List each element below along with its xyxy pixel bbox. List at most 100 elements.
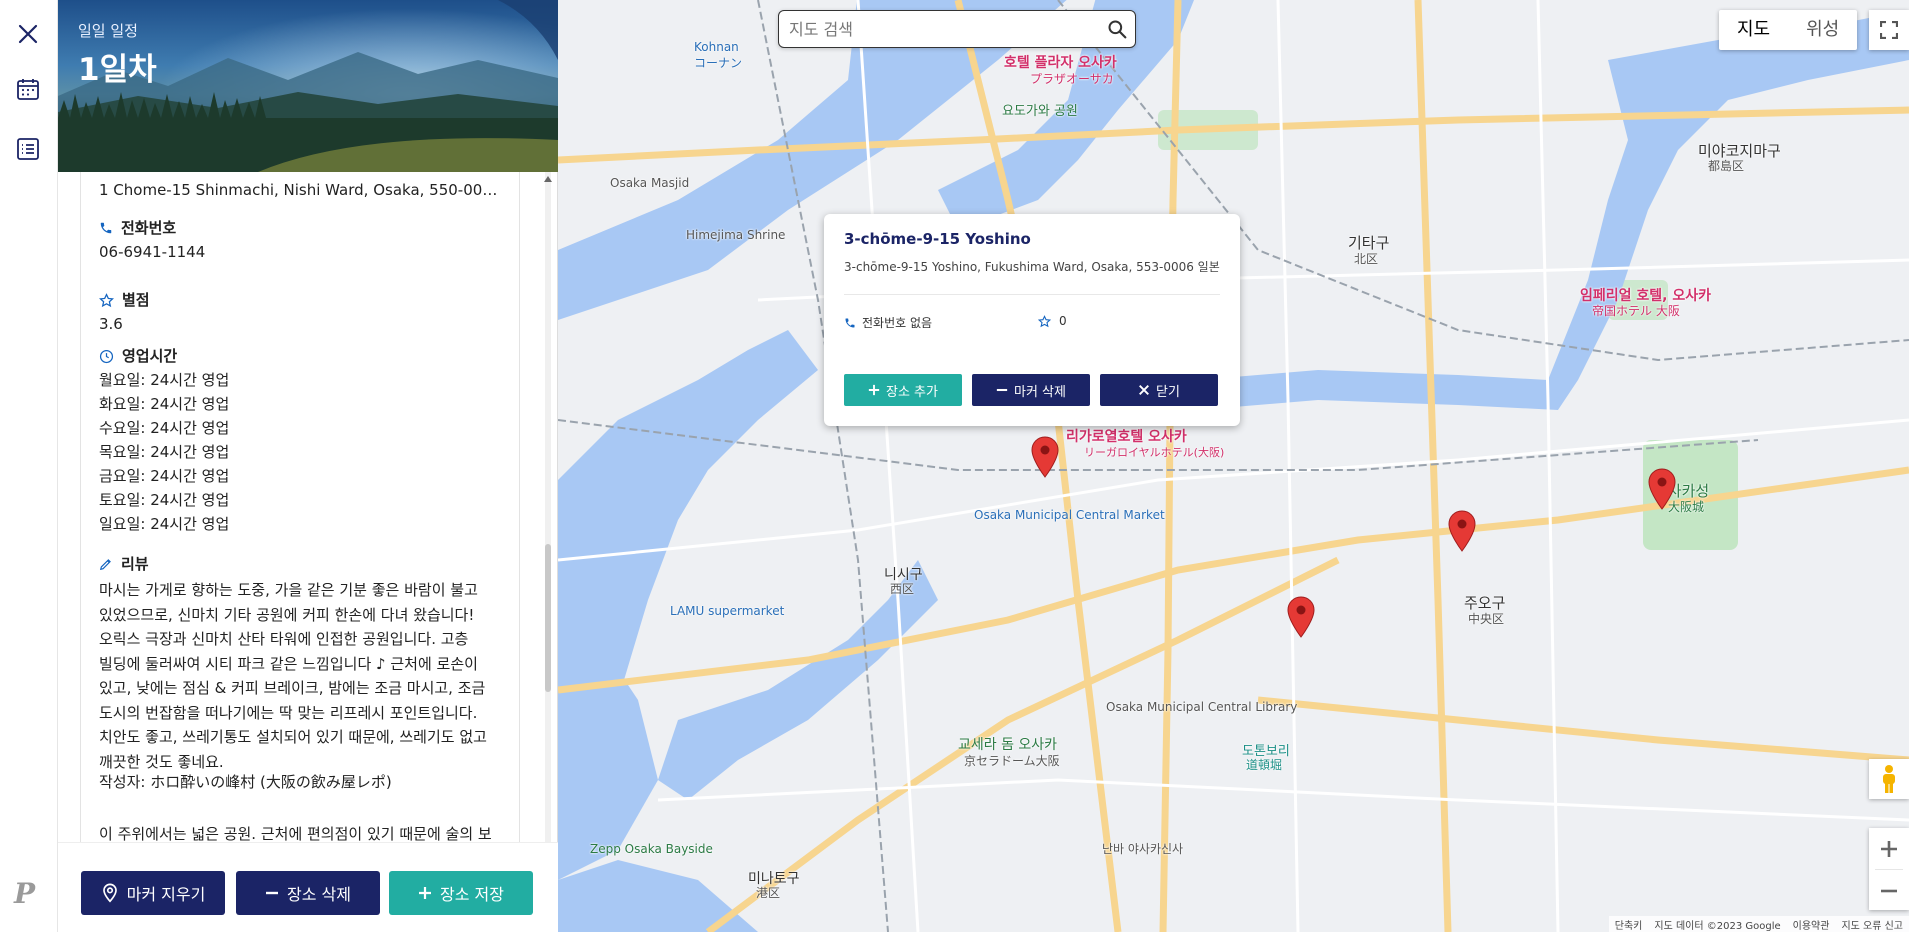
info-phone: 전화번호 없음 (844, 314, 932, 331)
hours-row: 수요일: 24시간 영업 (99, 419, 230, 437)
save-place-button[interactable]: 장소 저장 (389, 871, 533, 915)
info-phone-value: 전화번호 없음 (862, 316, 933, 330)
pegman-icon (1883, 765, 1895, 793)
poi-kyocera-dome-jp: 京セラドーム大阪 (964, 754, 1060, 768)
info-rating-value: 0 (1059, 314, 1067, 328)
save-place-label: 장소 저장 (440, 885, 504, 904)
marker-info-window: 3-chōme-9-15 Yoshino 3-chōme-9-15 Yoshin… (824, 214, 1240, 426)
close-icon (1139, 385, 1149, 395)
map-type-satellite[interactable]: 위성 (1788, 10, 1857, 50)
poi-namba-yasaka[interactable]: 난바 야사카신사 (1102, 840, 1183, 857)
attrib-terms[interactable]: 이용약관 (1793, 917, 1830, 932)
hours-row: 금요일: 24시간 영업 (99, 467, 230, 485)
hours-row: 목요일: 24시간 영업 (99, 443, 230, 461)
delete-place-button[interactable]: 장소 삭제 (236, 871, 380, 915)
plus-icon (419, 887, 432, 899)
close-popup-button[interactable]: 닫기 (1100, 374, 1218, 406)
map-attribution: 단축키 지도 데이터 ©2023 Google 이용약관 지도 오류 신고 (1608, 916, 1909, 932)
panel-scrollbar[interactable] (542, 172, 554, 842)
district-chuo-jp: 中央区 (1468, 612, 1505, 626)
review-text: 마시는 가게로 향하는 도중, 가을 같은 기분 좋은 바람이 불고 있었으므로… (99, 581, 487, 771)
district-miyakojima-jp: 都島区 (1708, 159, 1745, 173)
poi-central-market[interactable]: Osaka Municipal Central Market (974, 508, 1165, 522)
review-text-2: 이 주위에서는 넓은 공원. 근처에 편의점이 있기 때문에 술의 보 (99, 825, 492, 842)
place-detail-panel: 일일 일정 1일차 1 Chome-15 Shinmachi, Nishi Wa… (58, 0, 558, 932)
place-address: 1 Chome-15 Shinmachi, Nishi Ward, Osaka,… (99, 181, 499, 199)
map-search-box (778, 10, 1136, 48)
location-pin-icon (102, 883, 117, 903)
poi-zepp-bayside[interactable]: Zepp Osaka Bayside (590, 842, 713, 856)
map-marker-red[interactable] (1030, 436, 1060, 478)
zoom-out-button[interactable] (1869, 870, 1909, 911)
close-icon[interactable] (12, 18, 44, 50)
hours-label: 영업시간 (122, 347, 178, 365)
hours-heading: 영업시간 (99, 344, 177, 368)
attrib-report[interactable]: 지도 오류 신고 (1841, 917, 1903, 932)
attrib-data: 지도 데이터 ©2023 Google (1654, 921, 1781, 932)
poi-hotel-plaza-jp: プラザオーサカ (1030, 72, 1114, 86)
attrib-shortcuts[interactable]: 단축키 (1615, 917, 1643, 932)
calendar-icon[interactable] (12, 73, 44, 105)
street-view-pegman[interactable] (1869, 759, 1909, 799)
scrollbar-thumb[interactable] (545, 544, 551, 692)
zoom-control (1869, 828, 1909, 910)
poi-kyocera-dome[interactable]: 교세라 돔 오사카 (958, 734, 1057, 754)
header-title: 1일차 (78, 52, 157, 88)
district-nishi-jp: 西区 (890, 582, 915, 596)
phone-label: 전화번호 (121, 219, 177, 237)
district-minato-jp: 港区 (756, 886, 781, 900)
phone-icon (845, 318, 855, 327)
poi-riga-hotel[interactable]: 리가로열호텔 오사카 (1066, 426, 1187, 446)
add-place-button[interactable]: 장소 추가 (844, 374, 962, 406)
detail-scroll-area[interactable]: 1 Chome-15 Shinmachi, Nishi Ward, Osaka,… (58, 172, 558, 842)
header-subtitle: 일일 일정 (78, 22, 138, 40)
plus-icon (868, 384, 880, 396)
hours-row: 월요일: 24시간 영업 (99, 371, 230, 389)
poi-hotel-plaza[interactable]: 호텔 플라자 오사카 (1004, 52, 1117, 72)
hours-row: 화요일: 24시간 영업 (99, 395, 230, 413)
search-icon[interactable] (1107, 19, 1127, 39)
district-kitaku-jp: 北区 (1354, 252, 1379, 266)
star-icon (1038, 314, 1051, 327)
poi-imperial-hotel-jp: 帝国ホテル 大阪 (1592, 304, 1680, 318)
map-marker-red[interactable] (1647, 468, 1677, 510)
poi-central-library[interactable]: Osaka Municipal Central Library (1106, 700, 1297, 714)
map-search-input[interactable] (789, 16, 1089, 42)
map-marker-red[interactable] (1286, 596, 1316, 638)
review-label: 리뷰 (121, 555, 149, 573)
hours-row: 일요일: 24시간 영업 (99, 515, 230, 533)
list-icon[interactable] (12, 133, 44, 165)
poi-yodogawa-park[interactable]: 요도가와 공원 (1002, 100, 1078, 119)
map-canvas[interactable]: 호텔 플라자 오사카 プラザオーサカ 요도가와 공원 기타구 北区 미야코지마구… (558, 0, 1909, 932)
poi-kohnan-jp: コーナン (694, 56, 743, 70)
phone-icon (100, 222, 112, 234)
zoom-in-button[interactable] (1869, 828, 1909, 869)
pencil-icon (99, 559, 111, 571)
add-place-label: 장소 추가 (886, 384, 938, 400)
fullscreen-icon (1880, 21, 1898, 39)
phone-value: 06-6941-1144 (99, 243, 206, 261)
delete-place-label: 장소 삭제 (287, 885, 351, 904)
phone-heading: 전화번호 (99, 216, 176, 240)
poi-lamu-supermarket[interactable]: LAMU supermarket (670, 604, 784, 618)
map-type-toggle: 지도 위성 (1719, 10, 1858, 50)
plus-icon (1881, 840, 1897, 857)
fullscreen-button[interactable] (1869, 10, 1909, 50)
poi-himejima-shrine[interactable]: Himejima Shrine (686, 228, 785, 242)
map-type-map[interactable]: 지도 (1719, 10, 1788, 50)
rating-heading: 별점 (99, 288, 150, 312)
hours-row: 토요일: 24시간 영업 (99, 491, 230, 509)
poi-kohnan[interactable]: Kohnan (694, 40, 739, 54)
info-title: 3-chōme-9-15 Yoshino (844, 230, 1031, 248)
close-popup-label: 닫기 (1156, 384, 1180, 400)
minus-icon (1881, 889, 1897, 892)
minus-icon (266, 891, 279, 895)
clock-icon (99, 349, 114, 363)
delete-marker-button[interactable]: 마커 삭제 (972, 374, 1090, 406)
poi-osaka-masjid[interactable]: Osaka Masjid (610, 176, 689, 190)
clear-markers-button[interactable]: 마커 지우기 (81, 871, 225, 915)
app-logo: P (14, 877, 36, 910)
delete-marker-label: 마커 삭제 (1014, 384, 1066, 400)
panel-actions: 마커 지우기 장소 삭제 장소 저장 (58, 842, 558, 932)
map-marker-red[interactable] (1447, 510, 1477, 552)
